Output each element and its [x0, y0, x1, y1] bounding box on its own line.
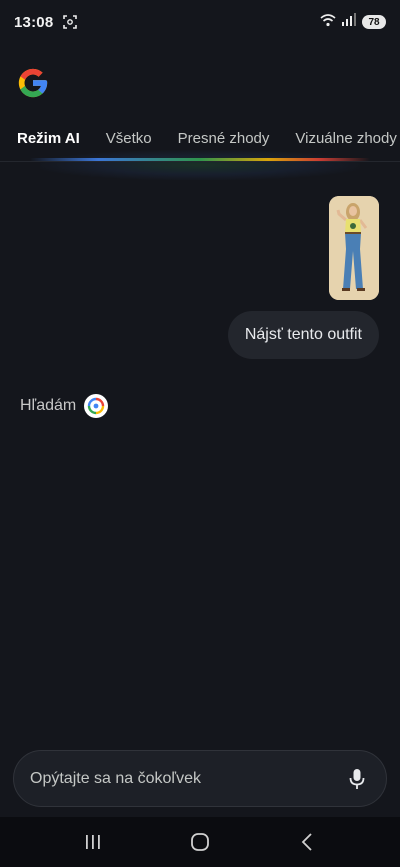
query-image[interactable]: [329, 196, 379, 300]
tab-ai-mode[interactable]: Režim AI: [0, 130, 93, 147]
back-button[interactable]: [287, 822, 327, 862]
lens-loading-icon: [84, 394, 109, 418]
ask-bar: [13, 750, 387, 807]
tab-glow: [40, 150, 360, 180]
search-mode-tabs: Režim AI Všetko Presné zhody Vizuálne zh…: [0, 124, 400, 152]
system-nav-bar: [0, 817, 400, 867]
ask-input[interactable]: [30, 769, 346, 788]
status-icons: 78: [320, 13, 386, 32]
tab-all[interactable]: Všetko: [93, 130, 165, 147]
searching-text: Hľadám: [20, 397, 77, 414]
status-bar: 13:08 78: [0, 0, 400, 44]
tab-visual-matches[interactable]: Vizuálne zhody: [282, 130, 400, 147]
home-button[interactable]: [180, 822, 220, 862]
user-message-bubble: Nájsť tento outfit: [227, 311, 379, 359]
battery-icon: 78: [362, 15, 386, 29]
tabs-divider: [0, 161, 400, 162]
tab-exact-matches[interactable]: Presné zhody: [165, 130, 283, 147]
wifi-icon: [320, 13, 336, 32]
google-logo[interactable]: [16, 66, 50, 100]
screenshot-icon: [63, 15, 78, 29]
status-time: 13:08: [14, 13, 54, 31]
signal-icon: [342, 13, 356, 31]
microphone-icon[interactable]: [346, 768, 368, 790]
searching-status: Hľadám: [20, 394, 109, 418]
recent-apps-button[interactable]: [73, 822, 113, 862]
